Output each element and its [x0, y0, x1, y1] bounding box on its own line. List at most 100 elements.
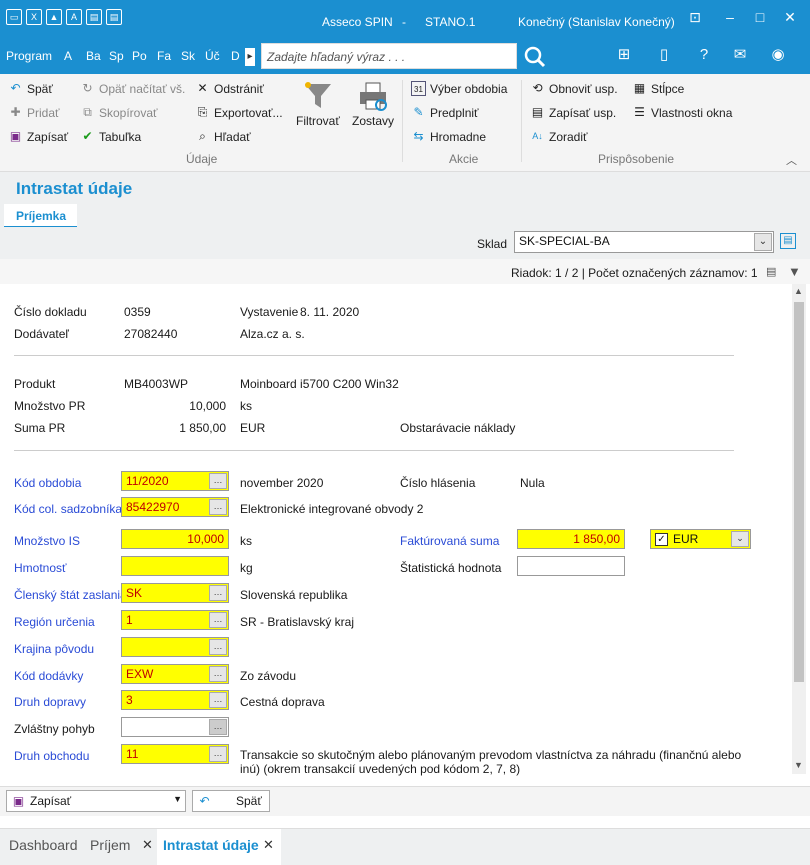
lookup-icon[interactable]: … [209, 473, 227, 489]
checkbox-checked-icon[interactable]: ✓ [655, 533, 668, 546]
hmotnost-label: Hmotnosť [14, 561, 67, 575]
scroll-thumb[interactable] [794, 302, 804, 682]
bottom-bar: ▣ Zapísať ▼ ↶ Späť [0, 786, 810, 816]
kod-dodavky-field[interactable]: EXW… [121, 664, 229, 684]
marked-records-icon[interactable]: ▤ [766, 265, 776, 278]
back-button[interactable]: ↶ Späť [8, 81, 52, 96]
maximize-icon[interactable]: □ [745, 9, 775, 25]
lookup-icon[interactable]: … [209, 612, 227, 628]
properties-icon: ☰ [634, 105, 645, 119]
add-button[interactable]: ✚ Pridať [8, 105, 59, 120]
save-button[interactable]: ▣ Zapísať [8, 129, 68, 144]
druh-obchodu-field[interactable]: 11… [121, 744, 229, 764]
chevron-down-icon[interactable]: ⌄ [731, 531, 749, 547]
chevron-down-icon[interactable]: ⌄ [754, 233, 772, 251]
menu-ba[interactable]: Ba [86, 49, 101, 63]
minimize-icon[interactable]: – [715, 9, 745, 25]
back-bottom-button[interactable]: ↶ Späť [192, 790, 270, 812]
zvlastny-pohyb-label: Zvláštny pohyb [14, 722, 95, 736]
window-restore-icon[interactable]: ⊡ [680, 9, 710, 26]
vertical-scrollbar[interactable]: ▲ ▼ [792, 284, 806, 774]
reports-button[interactable]: Zostavy [352, 80, 394, 128]
search-input[interactable]: Zadajte hľadaný výraz . . . [261, 43, 517, 69]
lookup-icon[interactable]: … [209, 666, 227, 682]
fakturovana-suma-field[interactable]: 1 850,00 [517, 529, 625, 549]
save-dropdown-button[interactable]: ▣ Zapísať ▼ [6, 790, 186, 812]
fakturovana-suma-label: Faktúrovaná suma [400, 534, 500, 548]
lookup-icon[interactable]: … [209, 639, 227, 655]
clensky-stat-field[interactable]: SK… [121, 583, 229, 603]
collapse-ribbon-icon[interactable]: ︿ [786, 152, 797, 168]
druh-dopravy-field[interactable]: 3… [121, 690, 229, 710]
export-button[interactable]: ⎘ Exportovať... [195, 105, 283, 120]
grid-view-icon[interactable]: ▤ [780, 233, 796, 249]
vystavenie-value: 8. 11. 2020 [300, 305, 360, 319]
menu-sk[interactable]: Sk [181, 49, 195, 63]
sort-button[interactable]: A↓ Zoradiť [530, 129, 587, 144]
table-button[interactable]: ✔ Tabuľka [80, 129, 141, 144]
menu-a[interactable]: A [64, 49, 72, 63]
title-bar: ▭ X ▲ A ▤ ▤ Asseco SPIN - STANO.1 Konečn… [0, 0, 810, 40]
mnozstvo-is-field[interactable]: 10,000 [121, 529, 229, 549]
close-icon[interactable]: ✕ [775, 9, 805, 26]
new-doc-icon[interactable]: ▭ [6, 9, 22, 25]
lookup-icon[interactable]: … [209, 719, 227, 735]
close-tab-icon[interactable]: ✕ [142, 837, 153, 853]
hmotnost-field[interactable] [121, 556, 229, 576]
menu-po[interactable]: Po [132, 49, 147, 63]
kod-obdobia-field[interactable]: 11/2020… [121, 471, 229, 491]
dropdown-arrow-icon[interactable]: ▼ [173, 794, 182, 804]
help-icon[interactable]: ? [684, 40, 724, 74]
currency-select[interactable]: ✓ EUR ⌄ [650, 529, 751, 549]
lookup-icon[interactable]: … [209, 746, 227, 762]
kod-obdobia-label: Kód obdobia [14, 476, 82, 490]
close-tab-icon[interactable]: ✕ [263, 837, 274, 853]
image-icon[interactable]: ▲ [46, 9, 62, 25]
excel-icon[interactable]: X [26, 9, 42, 25]
sort-icon: A↓ [532, 131, 543, 141]
statisticka-hodnota-field[interactable] [517, 556, 625, 576]
lookup-icon[interactable]: … [209, 585, 227, 601]
find-button[interactable]: ⌕ Hľadať [195, 129, 251, 144]
reload-all-button[interactable]: ↻ Opäť načítať vš. [80, 81, 185, 96]
copy-button[interactable]: ⧉ Skopírovať [80, 105, 157, 120]
scroll-down-icon[interactable]: ▼ [794, 760, 803, 770]
select-period-button[interactable]: 31 Výber obdobia [411, 81, 507, 96]
eye-icon[interactable]: ◉ [758, 40, 798, 74]
window-properties-button[interactable]: ☰ Vlastnosti okna [632, 105, 732, 120]
dashboard-icon[interactable]: ⊞ [604, 40, 644, 74]
print-icon[interactable]: ▤ [86, 9, 102, 25]
menu-sp[interactable]: Sp [109, 49, 124, 63]
menu-scroll-right-icon[interactable]: ▸ [245, 48, 255, 66]
clipboard-icon[interactable]: ▯ [644, 40, 684, 74]
print-preview-icon[interactable]: ▤ [106, 9, 122, 25]
mail-icon[interactable]: ✉ [720, 40, 760, 74]
columns-button[interactable]: ▦ Stĺpce [632, 81, 685, 96]
bulk-button[interactable]: ⇆ Hromadne [411, 129, 486, 144]
menu-fa[interactable]: Fa [157, 49, 171, 63]
tab-prijemka[interactable]: Príjemka [4, 204, 77, 228]
filter-small-icon[interactable]: ▼ [788, 264, 801, 279]
pdf-icon[interactable]: A [66, 9, 82, 25]
menu-uc[interactable]: Úč [205, 49, 220, 63]
krajina-povodu-field[interactable]: … [121, 637, 229, 657]
region-urcenia-field[interactable]: 1… [121, 610, 229, 630]
save-layout-button[interactable]: ▤ Zapísať usp. [530, 105, 616, 120]
filter-button[interactable]: Filtrovať [296, 80, 340, 128]
tab-intrastat-active[interactable]: Intrastat údaje ✕ [157, 829, 281, 865]
scroll-up-icon[interactable]: ▲ [794, 286, 803, 296]
refresh-layout-button[interactable]: ⟲ Obnoviť usp. [530, 81, 617, 96]
tab-prijem[interactable]: Príjem [90, 837, 130, 853]
menu-program[interactable]: Program [6, 49, 52, 63]
search-button[interactable] [517, 43, 553, 71]
lookup-icon[interactable]: … [209, 692, 227, 708]
druh-obchodu-label: Druh obchodu [14, 749, 90, 763]
kod-col-field[interactable]: 85422970… [121, 497, 229, 517]
tab-dashboard[interactable]: Dashboard [9, 837, 78, 853]
sklad-select[interactable]: SK-SPECIAL-BA ⌄ [514, 231, 774, 253]
prefill-button[interactable]: ✎ Predplniť [411, 105, 478, 120]
menu-d[interactable]: D [231, 49, 240, 63]
delete-button[interactable]: ✕ Odstrániť [195, 81, 263, 96]
lookup-icon[interactable]: … [209, 499, 227, 515]
zvlastny-pohyb-field[interactable]: … [121, 717, 229, 737]
